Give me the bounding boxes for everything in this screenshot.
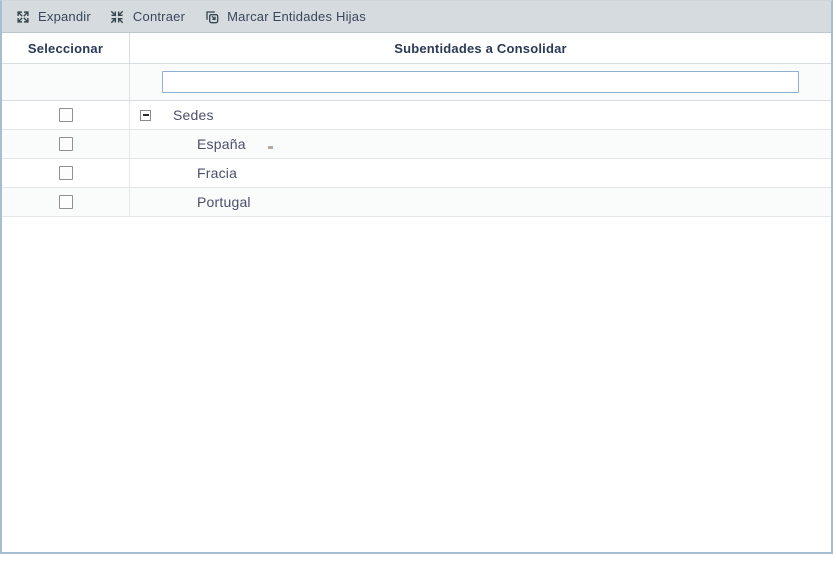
row-tree-cell: Sedes — [130, 101, 831, 129]
row-tree-cell: Fracia — [130, 159, 831, 187]
row-label: Sedes — [173, 107, 214, 123]
row-checkbox[interactable] — [59, 108, 73, 122]
table-header-row: Seleccionar Subentidades a Consolidar — [2, 33, 831, 64]
column-header-subentidades: Subentidades a Consolidar — [130, 33, 831, 63]
mark-children-button[interactable]: Marcar Entidades Hijas — [197, 5, 376, 28]
row-tree-cell: Portugal — [130, 188, 831, 216]
row-checkbox[interactable] — [59, 166, 73, 180]
row-checkbox[interactable] — [59, 137, 73, 151]
collapse-button-label: Contraer — [133, 10, 185, 23]
expand-button[interactable]: Expandir — [8, 5, 101, 28]
collapse-toggle-icon[interactable] — [140, 110, 151, 121]
collapse-icon — [109, 8, 126, 25]
table-row: España — [2, 130, 831, 159]
filter-row-select-cell — [2, 64, 130, 100]
collapse-button[interactable]: Contraer — [103, 5, 195, 28]
row-select-cell — [2, 159, 130, 187]
expand-button-label: Expandir — [38, 10, 91, 23]
row-checkbox[interactable] — [59, 195, 73, 209]
empty-area — [2, 217, 831, 552]
table-row: Fracia — [2, 159, 831, 188]
subentities-panel: Expandir Contraer Marcar — [0, 0, 833, 554]
row-label: Fracia — [197, 165, 237, 181]
toolbar: Expandir Contraer Marcar — [2, 1, 831, 33]
mark-children-button-label: Marcar Entidades Hijas — [227, 10, 366, 23]
row-label: España — [197, 136, 246, 152]
mark-children-icon — [203, 8, 220, 25]
row-select-cell — [2, 101, 130, 129]
expand-icon — [14, 8, 31, 25]
row-select-cell — [2, 130, 130, 158]
minus-glyph — [143, 114, 149, 116]
filter-input[interactable] — [162, 71, 800, 93]
row-select-cell — [2, 188, 130, 216]
row-tree-cell: España — [130, 130, 831, 158]
filter-row-tree-cell — [130, 64, 831, 100]
cursor-artifact — [268, 146, 273, 149]
table-row: Sedes — [2, 101, 831, 130]
table-row: Portugal — [2, 188, 831, 217]
filter-row — [2, 64, 831, 101]
column-header-seleccionar: Seleccionar — [2, 33, 130, 63]
row-label: Portugal — [197, 194, 251, 210]
